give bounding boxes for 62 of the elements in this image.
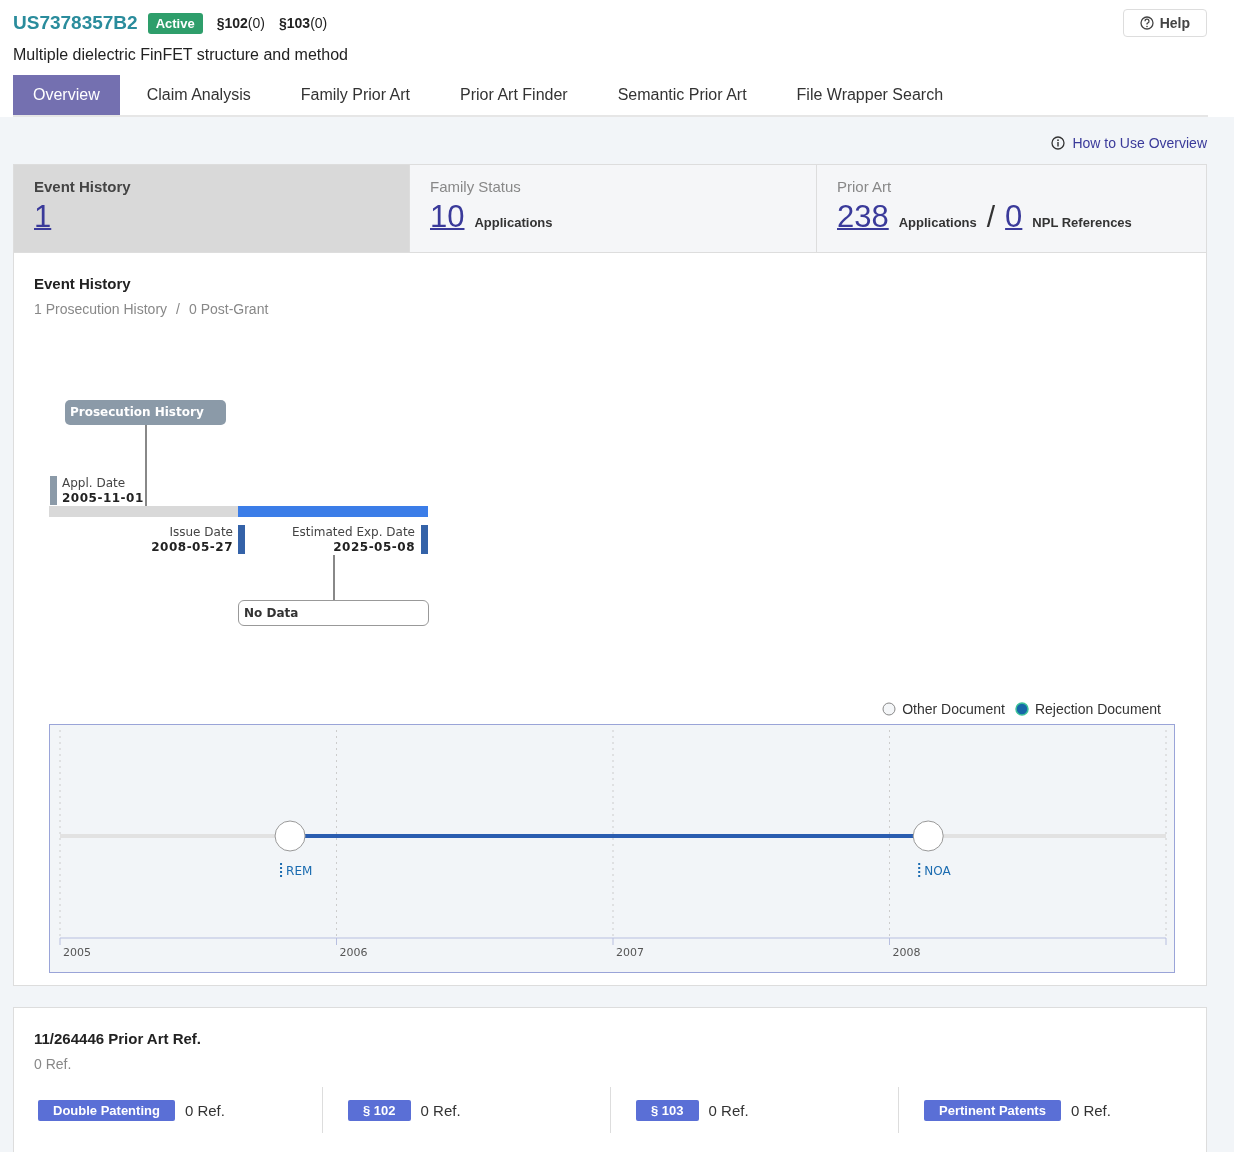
citation-count: §103(0) <box>278 15 328 31</box>
help-button[interactable]: Help <box>1122 9 1207 37</box>
year-label: 2008 <box>892 946 921 959</box>
legend-marker <box>882 702 897 716</box>
summary-text: 1 Prosecution History <box>34 301 168 317</box>
ref-count: 0 Ref. <box>34 1056 72 1072</box>
ref-count: 0 Ref. <box>420 1101 461 1119</box>
patent-title: Multiple dielectric FinFET structure and method <box>13 46 349 64</box>
tab[interactable]: Overview <box>13 75 120 115</box>
tab[interactable]: Claim Analysis <box>126 75 271 115</box>
event-tick <box>918 862 921 880</box>
date-label: Estimated Exp. Date 2025-05-08 <box>291 525 415 555</box>
date-marker <box>421 525 428 554</box>
year-label: 2007 <box>616 946 644 959</box>
year-label: 2006 <box>339 946 368 959</box>
connector-line <box>333 555 335 600</box>
event-label: REM <box>286 864 313 878</box>
legend-label: Other Document <box>902 701 1005 717</box>
status-badge: Active <box>147 12 203 34</box>
legend-marker <box>1014 702 1029 716</box>
tab[interactable]: Semantic Prior Art <box>597 75 767 115</box>
section-title: Event History <box>34 275 132 292</box>
stat-label: Family Status <box>430 178 522 195</box>
tab[interactable]: File Wrapper Search <box>776 75 964 115</box>
stat-unit: NPL References <box>1032 215 1132 230</box>
category-tag: § 102 <box>348 1099 411 1121</box>
legend-label: Rejection Document <box>1034 701 1161 717</box>
separator: / <box>986 200 996 234</box>
event-label: NOA <box>924 864 951 878</box>
stat-label: Event History <box>34 178 132 195</box>
citation-count: §102(0) <box>216 15 265 31</box>
tab[interactable]: Prior Art Finder <box>440 75 588 115</box>
tab[interactable]: Family Prior Art <box>280 75 431 115</box>
stat-label: Prior Art <box>837 178 893 195</box>
stat-unit: Applications <box>474 215 553 230</box>
event-tick <box>280 862 283 880</box>
ref-count: 0 Ref. <box>184 1101 225 1119</box>
ref-count: 0 Ref. <box>1070 1101 1111 1119</box>
info-icon <box>1051 136 1066 150</box>
category-tag: § 103 <box>636 1099 699 1121</box>
summary-text: 0 Post-Grant <box>188 301 269 317</box>
stat-card[interactable]: Event History 1 <box>14 165 409 252</box>
patent-number: US7378357B2 <box>13 12 138 34</box>
date-label: Issue Date 2008-05-27 <box>151 525 233 555</box>
separator: / <box>176 301 180 317</box>
ref-count: 0 Ref. <box>708 1101 749 1119</box>
year-label: 2005 <box>63 946 91 959</box>
help-icon <box>1139 16 1154 30</box>
stat-value-link[interactable]: 238 <box>837 199 889 235</box>
category-tag: Pertinent Patents <box>924 1099 1061 1121</box>
date-label: Appl. Date 2005-11-01 <box>62 476 144 506</box>
date-marker <box>238 525 245 554</box>
stat-value-link[interactable]: 0 <box>1005 199 1023 235</box>
date-marker <box>50 476 57 505</box>
stat-value-link[interactable]: 10 <box>430 199 465 235</box>
category-tag: Double Patenting <box>38 1099 175 1121</box>
how-to-link[interactable]: How to Use Overview <box>1072 135 1207 151</box>
stat-value-link[interactable]: 1 <box>34 199 52 235</box>
group-label: Prosecution History <box>65 400 226 425</box>
section-title: 11/264446 Prior Art Ref. <box>34 1030 203 1047</box>
stat-unit: Applications <box>898 215 977 230</box>
status-note: No Data <box>238 600 429 626</box>
